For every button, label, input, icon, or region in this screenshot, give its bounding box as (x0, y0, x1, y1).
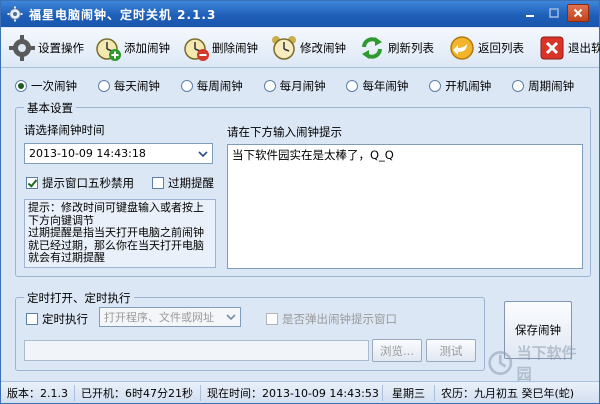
timed-exec-checkbox[interactable]: 定时执行 (26, 311, 88, 327)
mode-once[interactable]: 一次闹钟 (15, 77, 98, 95)
gear-icon (7, 6, 23, 22)
exec-target-placeholder: 打开程序、文件或网址 (104, 311, 214, 324)
timed-exec-box[interactable] (26, 313, 38, 325)
back-list-button[interactable]: 返回列表 (445, 30, 527, 66)
window-title: 福星电脑闹钟、定时关机 2.1.3 (29, 7, 217, 22)
radio-daily[interactable] (97, 80, 110, 92)
alarm-remove-icon (184, 37, 209, 61)
show-popup-box[interactable] (266, 313, 278, 325)
overdue-reminder-box[interactable] (152, 177, 164, 189)
title-bar[interactable]: 福星电脑闹钟、定时关机 2.1.3 (1, 1, 599, 27)
mode-monthly-label: 每月闹钟 (279, 79, 326, 93)
show-popup-checkbox[interactable]: 是否弹出闹钟提示窗口 (266, 311, 397, 327)
overdue-reminder-label: 过期提醒 (168, 176, 214, 190)
refresh-list-label: 刷新列表 (388, 40, 434, 55)
settings-button[interactable]: 设置操作 (5, 30, 87, 66)
app-window: 福星电脑闹钟、定时关机 2.1.3 设置操作 添加闹钟 删除闹钟 修改闹钟 刷新… (0, 0, 600, 404)
mode-daily[interactable]: 每天闹钟 (97, 77, 181, 95)
alarm-time-value: 2013-10-09 14:43:18 (29, 147, 146, 160)
mode-startup-label: 开机闹钟 (445, 79, 492, 93)
popup-disable-checkbox[interactable]: 提示窗口五秒禁用 (26, 175, 134, 191)
mode-startup[interactable]: 开机闹钟 (429, 77, 512, 95)
radio-startup[interactable] (429, 80, 442, 92)
alarm-clock-icon (272, 35, 296, 60)
mode-periodic[interactable]: 周期闹钟 (512, 77, 595, 95)
close-button[interactable] (567, 4, 589, 22)
edit-alarm-label: 修改闹钟 (300, 40, 346, 55)
mode-weekly[interactable]: 每周闹钟 (180, 77, 264, 95)
maximize-icon (549, 8, 559, 18)
mode-yearly-label: 每年闹钟 (362, 79, 409, 93)
gear-icon (9, 34, 35, 61)
refresh-icon (362, 36, 382, 59)
browse-button[interactable]: 浏览... (372, 339, 422, 362)
radio-yearly[interactable] (346, 80, 359, 92)
status-lunar-date: 农历：九月初五 癸巳年(蛇) (441, 386, 575, 400)
alarm-time-picker[interactable]: 2013-10-09 14:43:18 (24, 143, 213, 164)
status-version: 版本：2.1.3 (1, 384, 75, 401)
mode-once-label: 一次闹钟 (31, 79, 77, 93)
mode-yearly[interactable]: 每年闹钟 (346, 77, 429, 95)
basic-settings-group: 基本设置 请选择闹钟时间 2013-10-09 14:43:18 提示窗口五秒禁… (15, 100, 591, 277)
add-alarm-label: 添加闹钟 (124, 40, 170, 55)
exit-icon (540, 36, 564, 59)
tips-text: 提示：修改时间可键盘输入或者按上下方向键调节 过期提醒是指当天打开电脑之前闹钟就… (24, 199, 216, 268)
message-label: 请在下方输入闹钟提示 (227, 125, 342, 139)
delete-alarm-label: 删除闹钟 (212, 40, 258, 55)
chevron-down-icon (198, 150, 208, 157)
add-alarm-button[interactable]: 添加闹钟 (91, 30, 173, 66)
radio-monthly[interactable] (263, 80, 276, 92)
alarm-mode-group: 一次闹钟 每天闹钟 每周闹钟 每月闹钟 每年闹钟 开机闹钟 周期闹钟 (15, 77, 595, 95)
mode-weekly-label: 每周闹钟 (196, 79, 243, 93)
alarm-message-input[interactable]: 当下软件园实在是太棒了，Q_Q (227, 144, 583, 269)
timed-execution-group: 定时打开、定时执行 定时执行 打开程序、文件或网址 是否弹出闹钟提示窗口 浏览.… (15, 290, 485, 371)
popup-disable-label: 提示窗口五秒禁用 (42, 176, 134, 190)
watermark-text: 当下软件园 (516, 344, 577, 383)
popup-disable-box[interactable] (26, 177, 38, 189)
status-bar: 版本：2.1.3 已开机：6时47分21秒 现在时间：2013-10-09 14… (1, 381, 599, 403)
minimize-button[interactable] (519, 4, 541, 22)
back-arrow-icon (450, 35, 474, 60)
time-label: 请选择闹钟时间 (24, 123, 105, 137)
overdue-reminder-checkbox[interactable]: 过期提醒 (152, 175, 214, 191)
mode-periodic-label: 周期闹钟 (528, 79, 575, 93)
radio-once[interactable] (15, 80, 27, 92)
radio-weekly[interactable] (180, 80, 193, 92)
exit-label: 退出软件 (568, 40, 600, 55)
close-icon (573, 8, 583, 18)
status-weekday: 星期三 (383, 384, 435, 401)
radio-periodic[interactable] (512, 80, 525, 92)
status-uptime: 已开机：6时47分21秒 (75, 384, 201, 401)
toolbar: 设置操作 添加闹钟 删除闹钟 修改闹钟 刷新列表 返回列表 退出软 (1, 28, 600, 68)
test-button[interactable]: 测试 (426, 339, 476, 362)
watermark: 当下软件园 (487, 344, 583, 383)
back-list-label: 返回列表 (478, 40, 524, 55)
show-popup-label: 是否弹出闹钟提示窗口 (282, 312, 397, 326)
mode-daily-label: 每天闹钟 (113, 79, 160, 93)
basic-settings-title: 基本设置 (24, 100, 76, 116)
exec-path-input[interactable] (24, 340, 369, 361)
exit-button[interactable]: 退出软件 (535, 30, 600, 66)
status-current-time: 现在时间：2013-10-09 14:43:53 (201, 384, 383, 401)
mode-monthly[interactable]: 每月闹钟 (263, 77, 347, 95)
refresh-list-button[interactable]: 刷新列表 (355, 30, 437, 66)
logo-icon (488, 351, 513, 375)
exec-target-select[interactable]: 打开程序、文件或网址 (99, 307, 241, 327)
timed-exec-label: 定时执行 (42, 312, 88, 326)
minimize-icon (526, 15, 534, 17)
timed-execution-title: 定时打开、定时执行 (24, 290, 134, 306)
settings-label: 设置操作 (38, 40, 84, 55)
edit-alarm-button[interactable]: 修改闹钟 (267, 30, 349, 66)
alarm-add-icon (96, 37, 121, 61)
alarm-message-text: 当下软件园实在是太棒了，Q_Q (232, 148, 394, 162)
maximize-button[interactable] (543, 4, 565, 22)
chevron-down-icon (226, 314, 236, 321)
delete-alarm-button[interactable]: 删除闹钟 (179, 30, 261, 66)
